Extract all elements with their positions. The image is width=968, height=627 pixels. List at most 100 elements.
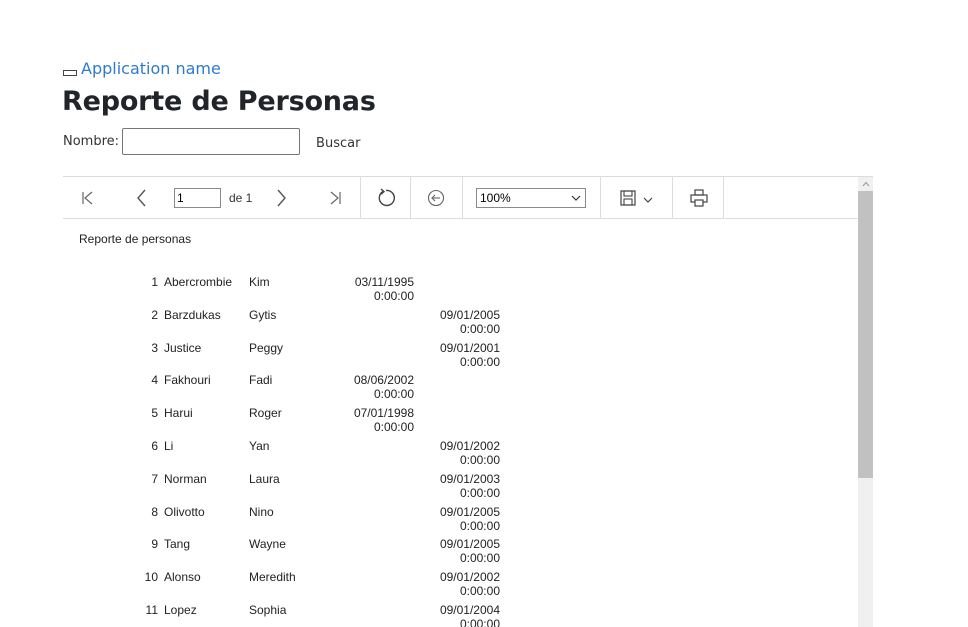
toolbar-separator — [360, 177, 361, 218]
last-name-cell: Barzdukas — [164, 308, 221, 322]
brand[interactable]: Application name — [63, 57, 221, 79]
report-title: Reporte de personas — [79, 232, 192, 246]
application-name-link[interactable]: Application name — [81, 59, 221, 78]
date-value: 09/01/2002 — [439, 439, 500, 453]
first-name-cell: Fadi — [249, 373, 273, 387]
time-value: 0:00:00 — [459, 453, 500, 467]
zoom-select[interactable]: 100% — [476, 188, 586, 208]
report-viewer: 1 de 1 100% Reporte de personas 1 Abercr… — [63, 176, 873, 627]
date-value: 08/06/2002 — [353, 373, 414, 387]
table-row: 7 Norman Laura 09/01/2003 0:00:00 — [63, 472, 858, 505]
last-name-cell: Tang — [164, 537, 191, 551]
date-cell: 09/01/2002 0:00:00 — [418, 439, 500, 467]
row-number: 6 — [151, 439, 158, 453]
table-row: 4 Fakhouri Fadi 08/06/2002 0:00:00 — [63, 373, 858, 406]
table-row: 1 Abercrombie Kim 03/11/1995 0:00:00 — [63, 275, 858, 308]
collapsed-menu-icon[interactable] — [63, 70, 77, 76]
first-name-cell: Wayne — [249, 537, 286, 551]
last-name-cell: Alonso — [164, 570, 201, 584]
row-number: 11 — [145, 603, 158, 617]
date-cell: 09/01/2003 0:00:00 — [418, 472, 500, 500]
chevron-down-icon — [643, 197, 653, 203]
save-icon — [620, 189, 636, 206]
time-value: 0:00:00 — [373, 420, 414, 434]
table-row: 6 Li Yan 09/01/2002 0:00:00 — [63, 439, 858, 472]
row-number: 9 — [151, 537, 158, 551]
name-label: Nombre: — [63, 134, 120, 149]
zoom-value: 100% — [480, 191, 511, 205]
table-row: 2 Barzdukas Gytis 09/01/2005 0:00:00 — [63, 308, 858, 341]
first-name-cell: Meredith — [249, 570, 296, 584]
page-number-input[interactable]: 1 — [174, 188, 221, 208]
table-row: 5 Harui Roger 07/01/1998 0:00:00 — [63, 406, 858, 439]
print-icon[interactable] — [687, 177, 711, 218]
date-cell: 08/06/2002 0:00:00 — [333, 373, 414, 401]
row-number: 1 — [151, 275, 158, 289]
first-name-cell: Sophia — [249, 603, 287, 617]
last-name-cell: Olivotto — [164, 505, 205, 519]
first-name-cell: Kim — [249, 275, 270, 289]
chevron-down-icon — [571, 195, 581, 201]
last-name-cell: Justice — [164, 341, 202, 355]
date-cell: 09/01/2002 0:00:00 — [418, 570, 500, 598]
previous-page-icon[interactable] — [131, 177, 153, 218]
toolbar-separator — [410, 177, 411, 218]
table-row: 10 Alonso Meredith 09/01/2002 0:00:00 — [63, 570, 858, 603]
table-row: 3 Justice Peggy 09/01/2001 0:00:00 — [63, 341, 858, 374]
last-name-cell: Fakhouri — [164, 373, 211, 387]
last-name-cell: Li — [164, 439, 174, 453]
refresh-icon[interactable] — [374, 177, 398, 218]
vertical-scrollbar[interactable] — [858, 177, 873, 627]
date-value: 09/01/2005 — [439, 308, 500, 322]
time-value: 0:00:00 — [459, 355, 500, 369]
table-row: 11 Lopez Sophia 09/01/2004 0:00:00 — [63, 603, 858, 627]
export-button[interactable] — [616, 177, 658, 218]
date-value: 09/01/2002 — [439, 570, 500, 584]
row-number: 10 — [144, 570, 158, 584]
next-page-icon[interactable] — [270, 177, 292, 218]
scroll-up-icon[interactable] — [858, 177, 873, 191]
first-page-icon[interactable] — [77, 177, 99, 218]
date-cell: 09/01/2005 0:00:00 — [418, 537, 500, 565]
time-value: 0:00:00 — [373, 289, 414, 303]
row-number: 8 — [151, 505, 158, 519]
last-page-icon[interactable] — [324, 177, 346, 218]
last-name-cell: Abercrombie — [164, 275, 233, 289]
time-value: 0:00:00 — [373, 387, 414, 401]
scroll-thumb[interactable] — [858, 191, 873, 478]
row-number: 5 — [151, 406, 158, 420]
row-number: 4 — [151, 373, 158, 387]
date-value: 09/01/2005 — [439, 505, 500, 519]
first-name-cell: Nino — [249, 505, 274, 519]
last-name-cell: Lopez — [164, 603, 197, 617]
name-input[interactable] — [122, 128, 301, 155]
date-value: 09/01/2001 — [439, 341, 500, 355]
date-cell: 09/01/2005 0:00:00 — [418, 505, 500, 533]
time-value: 0:00:00 — [459, 617, 500, 627]
date-value: 09/01/2003 — [439, 472, 500, 486]
table-row: 8 Olivotto Nino 09/01/2005 0:00:00 — [63, 505, 858, 538]
first-name-cell: Yan — [249, 439, 270, 453]
page-count-label: de 1 — [229, 191, 253, 205]
date-value: 09/01/2004 — [439, 603, 500, 617]
date-cell: 07/01/1998 0:00:00 — [333, 406, 414, 434]
time-value: 0:00:00 — [459, 486, 500, 500]
toolbar-separator — [600, 177, 601, 218]
toolbar-separator — [723, 177, 724, 218]
date-cell: 03/11/1995 0:00:00 — [333, 275, 414, 303]
back-icon[interactable] — [424, 177, 448, 218]
date-cell: 09/01/2001 0:00:00 — [418, 341, 500, 369]
last-name-cell: Harui — [164, 406, 193, 420]
report-content: Reporte de personas 1 Abercrombie Kim 03/11… — [63, 219, 858, 627]
last-name-cell: Norman — [164, 472, 207, 486]
table-row: 9 Tang Wayne 09/01/2005 0:00:00 — [63, 537, 858, 570]
search-button[interactable]: Buscar — [316, 132, 360, 151]
date-value: 09/01/2005 — [439, 537, 500, 551]
report-toolbar: 1 de 1 100% — [63, 177, 858, 219]
page-title: Reporte de Personas — [62, 86, 376, 117]
date-cell: 09/01/2005 0:00:00 — [418, 308, 500, 336]
date-value: 03/11/1995 — [354, 275, 414, 289]
date-value: 07/01/1998 — [353, 406, 414, 420]
time-value: 0:00:00 — [459, 584, 500, 598]
time-value: 0:00:00 — [459, 551, 500, 565]
